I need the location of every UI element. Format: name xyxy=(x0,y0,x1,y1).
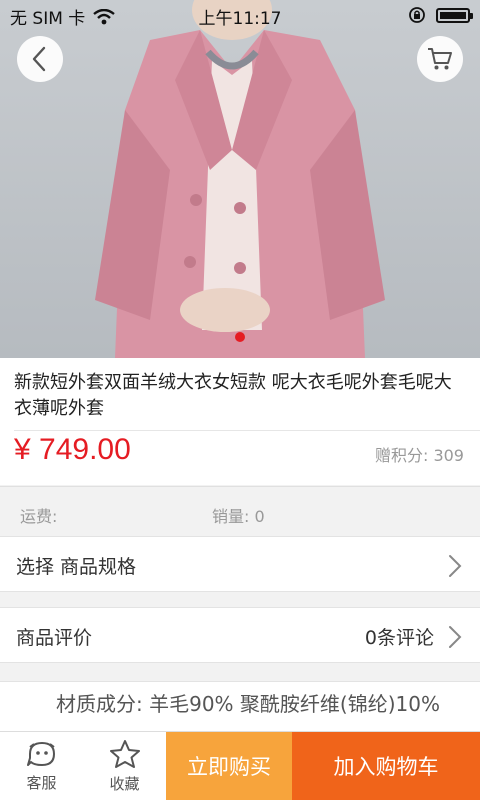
carousel-indicator xyxy=(0,332,480,342)
favorite-button[interactable]: 收藏 xyxy=(83,732,166,800)
back-button[interactable] xyxy=(17,36,63,82)
spec-label: 选择 商品规格 xyxy=(16,556,137,578)
chevron-right-icon xyxy=(449,555,462,577)
description-text: 材质成分: 羊毛90% 聚酰胺纤维(锦纶)10% xyxy=(56,692,440,716)
product-info: 新款短外套双面羊绒大衣女短款 呢大衣毛呢外套毛呢大衣薄呢外套 ¥ 749.00 … xyxy=(0,358,480,485)
battery-icon xyxy=(436,7,473,23)
service-label: 客服 xyxy=(26,773,57,792)
product-photo xyxy=(95,0,385,358)
favorite-label: 收藏 xyxy=(109,774,140,793)
product-image[interactable]: 无 SIM 卡 上午11:17 xyxy=(0,0,480,358)
select-spec-row[interactable]: 选择 商品规格 xyxy=(0,536,480,592)
star-icon xyxy=(109,739,140,768)
carousel-dot xyxy=(235,332,245,342)
add-to-cart-button[interactable]: 加入购物车 xyxy=(292,732,480,800)
divider xyxy=(14,430,480,431)
customer-service-button[interactable]: 客服 xyxy=(0,732,83,800)
service-face-icon xyxy=(26,741,55,766)
lock-rotation-icon xyxy=(409,7,425,23)
chevron-right-icon xyxy=(449,626,462,648)
cart-button[interactable] xyxy=(417,36,463,82)
reward-points: 赠积分: 309 xyxy=(374,446,464,465)
status-bar: 无 SIM 卡 上午11:17 xyxy=(0,0,480,30)
shipping-sales-row: 运费: 销量: 0 xyxy=(0,486,480,536)
cart-icon xyxy=(428,48,452,70)
buy-now-button[interactable]: 立即购买 xyxy=(166,732,292,800)
product-price: ¥ 749.00 xyxy=(14,433,131,466)
back-icon xyxy=(32,46,46,72)
product-title: 新款短外套双面羊绒大衣女短款 呢大衣毛呢外套毛呢大衣薄呢外套 xyxy=(14,372,452,419)
review-count: 0条评论 xyxy=(364,627,434,649)
bottom-action-bar: 客服 收藏 立即购买 加入购物车 xyxy=(0,731,480,800)
shipping-label: 运费: xyxy=(20,507,58,526)
product-reviews-row[interactable]: 商品评价 0条评论 xyxy=(0,607,480,663)
reviews-label: 商品评价 xyxy=(16,627,93,649)
sales-count: 销量: 0 xyxy=(212,507,265,526)
